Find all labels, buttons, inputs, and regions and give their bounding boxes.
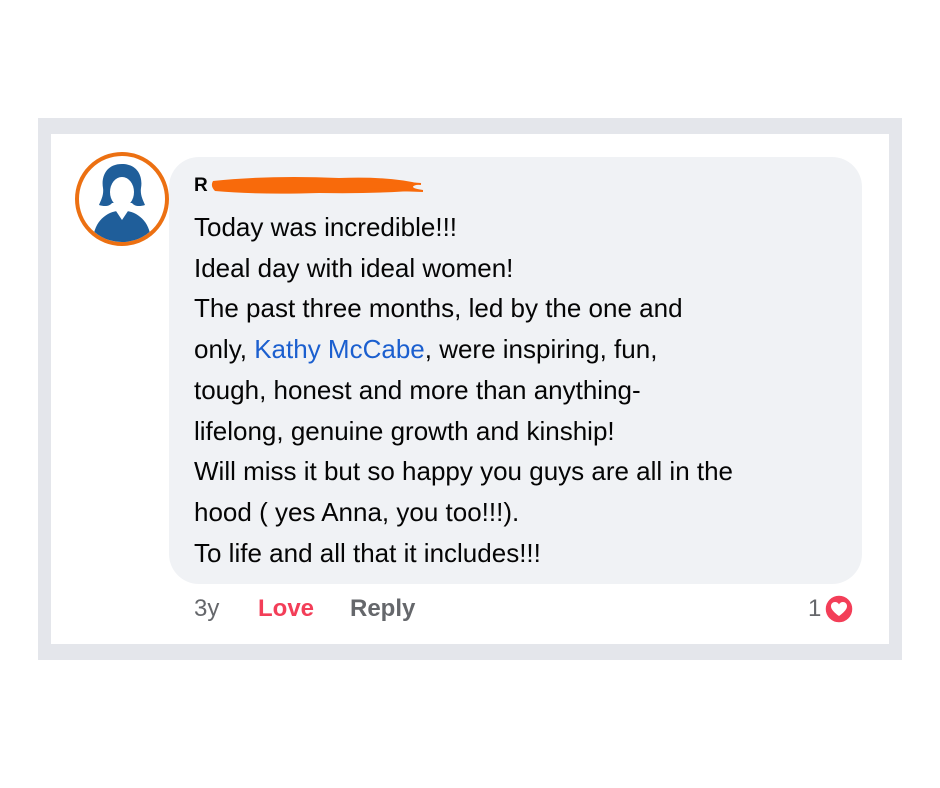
comment-text-fragment: only, [194, 334, 255, 365]
comment-line: only, Kathy McCabe, were inspiring, fun, [194, 329, 854, 370]
comment-line: Today was incredible!!! [194, 212, 458, 242]
comment-text-fragment: , were inspiring, fun, [424, 334, 658, 365]
reaction-summary[interactable]: 1 [808, 592, 855, 626]
comment-line: The past three months, led by the one an… [194, 293, 683, 324]
reply-button[interactable]: Reply [350, 592, 415, 626]
comment-line: To life and all that it includes!!! [194, 537, 541, 568]
comment-line: hood ( yes Anna, you too!!!). [194, 496, 520, 527]
user-avatar-icon [93, 164, 151, 242]
redaction-mark [211, 177, 424, 194]
love-button[interactable]: Love [258, 592, 314, 626]
comment-text: Today was incredible!!! Ideal day with i… [194, 207, 854, 573]
timestamp[interactable]: 3y [194, 592, 219, 626]
reaction-count: 1 [808, 595, 822, 622]
comment-line: Will miss it but so happy you guys are a… [194, 456, 734, 487]
avatar[interactable] [75, 152, 169, 246]
heart-icon [824, 594, 855, 624]
mention-link[interactable]: Kathy McCabe [254, 334, 425, 364]
comment-line: tough, honest and more than anything- [194, 374, 641, 405]
author-name[interactable]: R [194, 174, 208, 198]
comment-line: Ideal day with ideal women! [194, 252, 514, 283]
comment-line: lifelong, genuine growth and kinship! [194, 415, 615, 446]
